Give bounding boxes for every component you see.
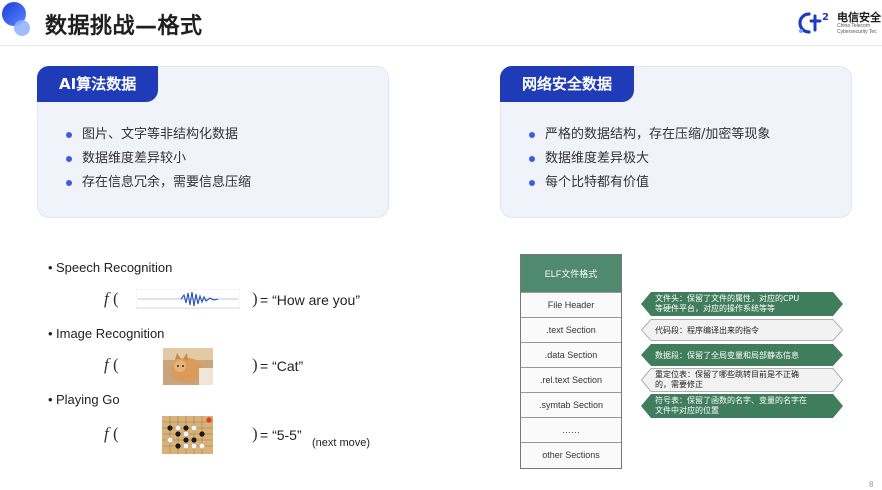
image-result: = “Cat” [260, 358, 304, 374]
elf-format-table: ELF文件格式 File Header .text Section .data … [520, 254, 622, 469]
go-board-image [162, 416, 213, 454]
playing-go-label: • Playing Go [48, 392, 120, 407]
svg-text:2: 2 [822, 12, 829, 23]
callout-text-line1: 代码段：程序编译出来的指令 [655, 326, 759, 335]
list-item: 数据维度差异极大 [529, 147, 770, 171]
list-item-text: 存在信息冗余，需要信息压缩 [82, 175, 252, 190]
list-item: 数据维度差异较小 [66, 147, 251, 171]
speech-result: = “How are you” [260, 292, 360, 308]
function-symbol: f [104, 289, 109, 308]
list-item-text: 图片、文字等非结构化数据 [82, 127, 239, 142]
close-paren: ) [252, 289, 258, 308]
function-symbol: f [104, 424, 109, 443]
elf-row-other-sections: other Sections [521, 443, 621, 468]
elf-row-data-section: .data Section [521, 343, 621, 368]
go-result: = “5-5” [260, 427, 302, 443]
network-security-data-tag: 网络安全数据 [500, 66, 635, 102]
callout-symbol-table: 符号表：保留了函数的名字、变量的名字在 文件中对应的位置 [641, 394, 843, 418]
callout-text-line1: 重定位表：保留了哪些跳转目前是不正确 [655, 370, 799, 379]
close-paren: ) [252, 424, 258, 443]
slide-header: 数据挑战—格式 2 电信安全 China Telecom Cybersecuri… [0, 0, 882, 46]
callout-text-line2: 等硬件平台，对应的操作系统等等 [655, 304, 775, 313]
bullet-dot-icon [66, 156, 72, 162]
open-paren: ( [113, 289, 119, 308]
speech-recognition-label: • Speech Recognition [48, 260, 173, 275]
elf-row-text-section: .text Section [521, 318, 621, 343]
logo-subtitle: China Telecom Cybersecurity Tec [837, 23, 877, 35]
network-security-data-list: 严格的数据结构，存在压缩/加密等现象 数据维度差异极大 每个比特都有价值 [529, 123, 770, 195]
china-telecom-security-logo: 2 电信安全 China Telecom Cybersecurity Tec [795, 6, 882, 40]
callout-text-line2: 的，需要修正 [655, 380, 703, 389]
ai-data-list: 图片、文字等非结构化数据 数据维度差异较小 存在信息冗余，需要信息压缩 [66, 123, 251, 195]
callout-text-segment: 代码段：程序编译出来的指令 [641, 319, 843, 341]
callout-data-segment: 数据段：保留了全局变量和局部静态信息 [641, 344, 843, 366]
list-item: 存在信息冗余，需要信息压缩 [66, 171, 251, 195]
open-paren: ( [113, 424, 119, 443]
list-item: 每个比特都有价值 [529, 171, 770, 195]
function-symbol: f [104, 355, 109, 374]
elf-table-header: ELF文件格式 [521, 255, 621, 293]
list-item-text: 数据维度差异较小 [82, 151, 187, 166]
bullet-dot-icon [66, 180, 72, 186]
callout-text-line1: 数据段：保留了全局变量和局部静态信息 [655, 351, 799, 360]
image-recognition-label: • Image Recognition [48, 326, 165, 341]
example-label-text: Image Recognition [56, 326, 165, 341]
ai-data-panel: AI算法数据 图片、文字等非结构化数据 数据维度差异较小 存在信息冗余，需要信息… [37, 66, 389, 218]
go-result-note: (next move) [312, 437, 371, 449]
bullet-dot-icon [529, 180, 535, 186]
bullet-dot-icon [529, 156, 535, 162]
callout-text-line2: 文件中对应的位置 [655, 406, 719, 415]
list-item: 严格的数据结构，存在压缩/加密等现象 [529, 123, 770, 147]
page-number: 8 [869, 480, 874, 489]
bullet-dot-icon [66, 132, 72, 138]
elf-row-symtab-section: .symtab Section [521, 393, 621, 418]
close-paren: ) [252, 355, 258, 374]
network-security-data-panel: 网络安全数据 严格的数据结构，存在压缩/加密等现象 数据维度差异极大 每个比特都… [500, 66, 852, 218]
list-item-text: 每个比特都有价值 [545, 175, 650, 190]
example-label-text: Playing Go [56, 392, 120, 407]
elf-row-file-header: File Header [521, 293, 621, 318]
callout-text-line1: 文件头：保留了文件的属性，对应的CPU [655, 294, 800, 303]
list-item-text: 数据维度差异极大 [545, 151, 650, 166]
ct-logo-icon: 2 [798, 12, 829, 34]
example-label-text: Speech Recognition [56, 260, 173, 275]
open-paren: ( [113, 355, 119, 374]
callout-file-header: 文件头：保留了文件的属性，对应的CPU 等硬件平台，对应的操作系统等等 [641, 292, 843, 316]
ai-data-tag: AI算法数据 [37, 66, 159, 102]
callout-relocation-table: 重定位表：保留了哪些跳转目前是不正确 的，需要修正 [641, 368, 843, 392]
elf-row-rel-text-section: .rel.text Section [521, 368, 621, 393]
callout-text-line1: 符号表：保留了函数的名字、变量的名字在 [655, 396, 807, 405]
elf-row-ellipsis: …… [521, 418, 621, 443]
bullet-dot-icon [529, 132, 535, 138]
list-item: 图片、文字等非结构化数据 [66, 123, 251, 147]
slide-title: 数据挑战—格式 [45, 14, 203, 39]
cat-photo-image [163, 348, 213, 385]
header-decoration-circle-small [14, 20, 30, 36]
list-item-text: 严格的数据结构，存在压缩/加密等现象 [545, 127, 771, 142]
logo-subtitle-line2: Cybersecurity Tec [837, 29, 877, 35]
audio-waveform-image [136, 289, 240, 309]
